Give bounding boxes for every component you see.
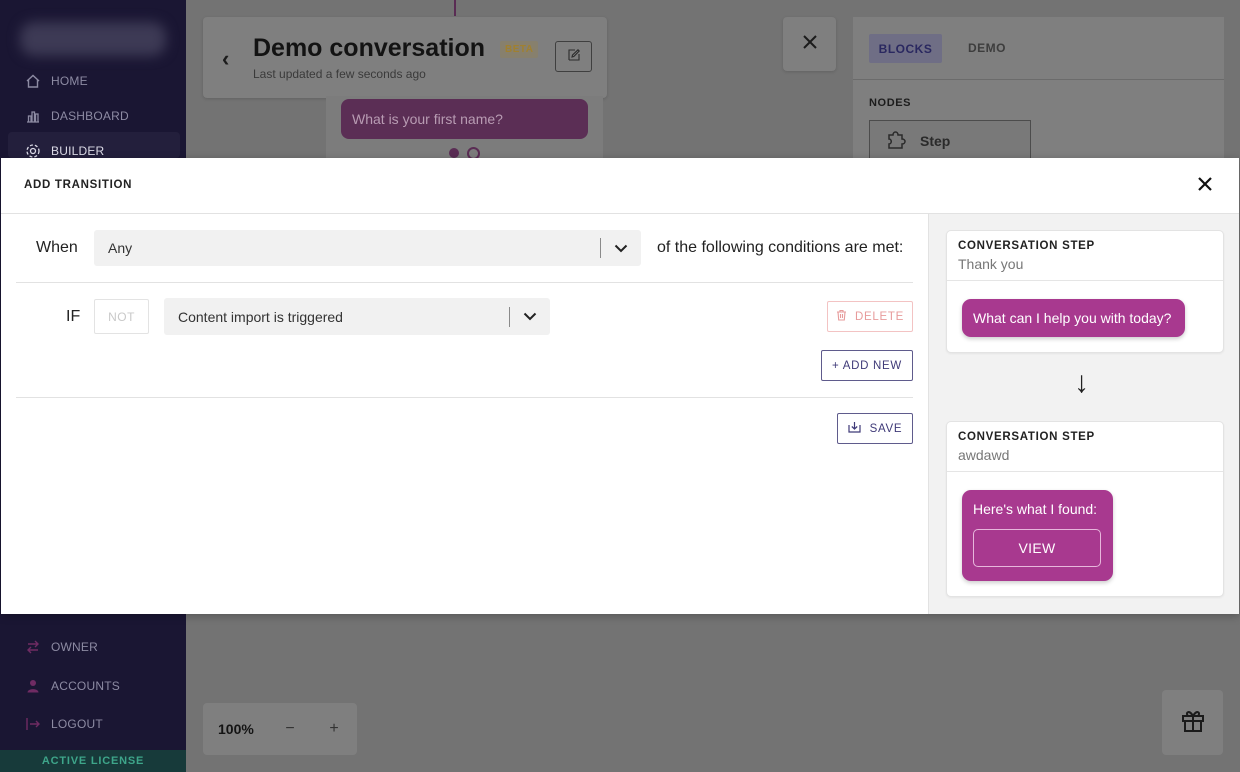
if-label: IF (66, 308, 81, 325)
step-card-header: CONVERSATION STEP awdawd (947, 422, 1223, 472)
gift-button[interactable] (1162, 690, 1223, 755)
transition-preview: CONVERSATION STEP Thank you What can I h… (928, 214, 1239, 614)
close-icon (1197, 176, 1213, 197)
back-chevron-icon[interactable]: ‹ (222, 46, 229, 72)
puzzle-icon (886, 129, 908, 152)
sidebar-item-label: HOME (51, 73, 88, 88)
match-mode-value: Any (108, 240, 133, 256)
condition-value: Content import is triggered (178, 308, 343, 325)
message-text: Here's what I found: (973, 501, 1098, 517)
chevron-down-icon[interactable] (601, 244, 641, 253)
panel-close-button[interactable] (783, 17, 836, 71)
step-kind: CONVERSATION STEP (958, 240, 1095, 252)
logout-icon (24, 715, 41, 732)
when-label: When (36, 239, 78, 256)
builder-icon (24, 142, 41, 159)
preview-step-card: CONVERSATION STEP Thank you What can I h… (946, 230, 1224, 353)
step-block-label: Step (920, 132, 951, 149)
save-label: SAVE (869, 422, 903, 435)
connector-line (454, 0, 456, 16)
sidebar-item-logout[interactable]: LOGOUT (24, 715, 103, 732)
save-icon (848, 421, 861, 436)
beta-badge: BETA (500, 41, 539, 58)
modal-title: ADD TRANSITION (24, 179, 133, 191)
zoom-in-button[interactable]: + (312, 720, 356, 738)
view-button[interactable]: VIEW (973, 529, 1101, 567)
transition-form: When Any of the following conditions are… (1, 214, 928, 614)
sidebar-item-label: ACCOUNTS (51, 678, 120, 693)
sidebar-item-home[interactable]: HOME (24, 72, 88, 89)
close-icon (802, 34, 818, 55)
logo (20, 22, 166, 56)
step-block-tile[interactable]: Step (869, 120, 1031, 160)
arrow-down-icon: ↓ (1074, 366, 1089, 399)
home-icon (24, 72, 41, 89)
step-name: Thank you (958, 256, 1024, 272)
user-icon (24, 677, 41, 694)
zoom-out-button[interactable]: − (268, 720, 312, 738)
tab-demo[interactable]: DEMO (968, 41, 1006, 55)
sidebar-item-label: OWNER (51, 639, 98, 654)
step-name: awdawd (958, 447, 1010, 463)
sidebar-item-label: BUILDER (51, 143, 105, 158)
zoom-level: 100% (218, 721, 254, 737)
delete-condition-button[interactable]: DELETE (827, 301, 913, 332)
sidebar-item-label: LOGOUT (51, 716, 103, 731)
trash-icon (836, 309, 847, 324)
sidebar-item-accounts[interactable]: ACCOUNTS (24, 677, 120, 694)
message-bubble: Here's what I found: VIEW (962, 490, 1113, 581)
divider (16, 282, 913, 283)
condition-select[interactable]: Content import is triggered (164, 298, 550, 335)
page-title: Demo conversation (253, 34, 486, 62)
divider (853, 79, 1224, 80)
delete-label: DELETE (855, 310, 904, 323)
modal-close-button[interactable] (1193, 174, 1217, 198)
step-card-header: CONVERSATION STEP Thank you (947, 231, 1223, 281)
divider (16, 397, 913, 398)
gift-icon (1179, 706, 1207, 739)
tab-blocks[interactable]: BLOCKS (869, 34, 942, 63)
add-transition-modal: ADD TRANSITION When Any of the following… (1, 158, 1239, 614)
conditions-text: of the following conditions are met: (657, 239, 904, 256)
sidebar-item-label: DASHBOARD (51, 108, 129, 123)
not-toggle-button[interactable]: NOT (94, 299, 149, 334)
edit-button[interactable] (555, 41, 592, 72)
node-message-bubble: What is your first name? (341, 99, 588, 139)
modal-header: ADD TRANSITION (1, 158, 1239, 214)
match-mode-select[interactable]: Any (94, 230, 641, 266)
add-new-condition-button[interactable]: + ADD NEW (821, 350, 913, 381)
license-badge: ACTIVE LICENSE (0, 750, 186, 772)
edit-icon (567, 48, 580, 66)
zoom-controls: 100% − + (203, 703, 357, 755)
sidebar-item-builder[interactable]: BUILDER (24, 142, 104, 159)
last-updated-text: Last updated a few seconds ago (253, 67, 426, 81)
message-bubble: What can I help you with today? (962, 299, 1185, 337)
node-input-dot[interactable] (449, 148, 459, 158)
preview-step-card: CONVERSATION STEP awdawd Here's what I f… (946, 421, 1224, 597)
save-button[interactable]: SAVE (837, 413, 913, 444)
swap-icon (24, 638, 41, 655)
step-kind: CONVERSATION STEP (958, 431, 1095, 443)
nodes-heading: NODES (869, 97, 912, 109)
sidebar-item-dashboard[interactable]: DASHBOARD (24, 107, 129, 124)
sidebar-item-owner[interactable]: OWNER (24, 638, 98, 655)
chevron-down-icon[interactable] (510, 312, 550, 321)
chart-icon (24, 107, 41, 124)
